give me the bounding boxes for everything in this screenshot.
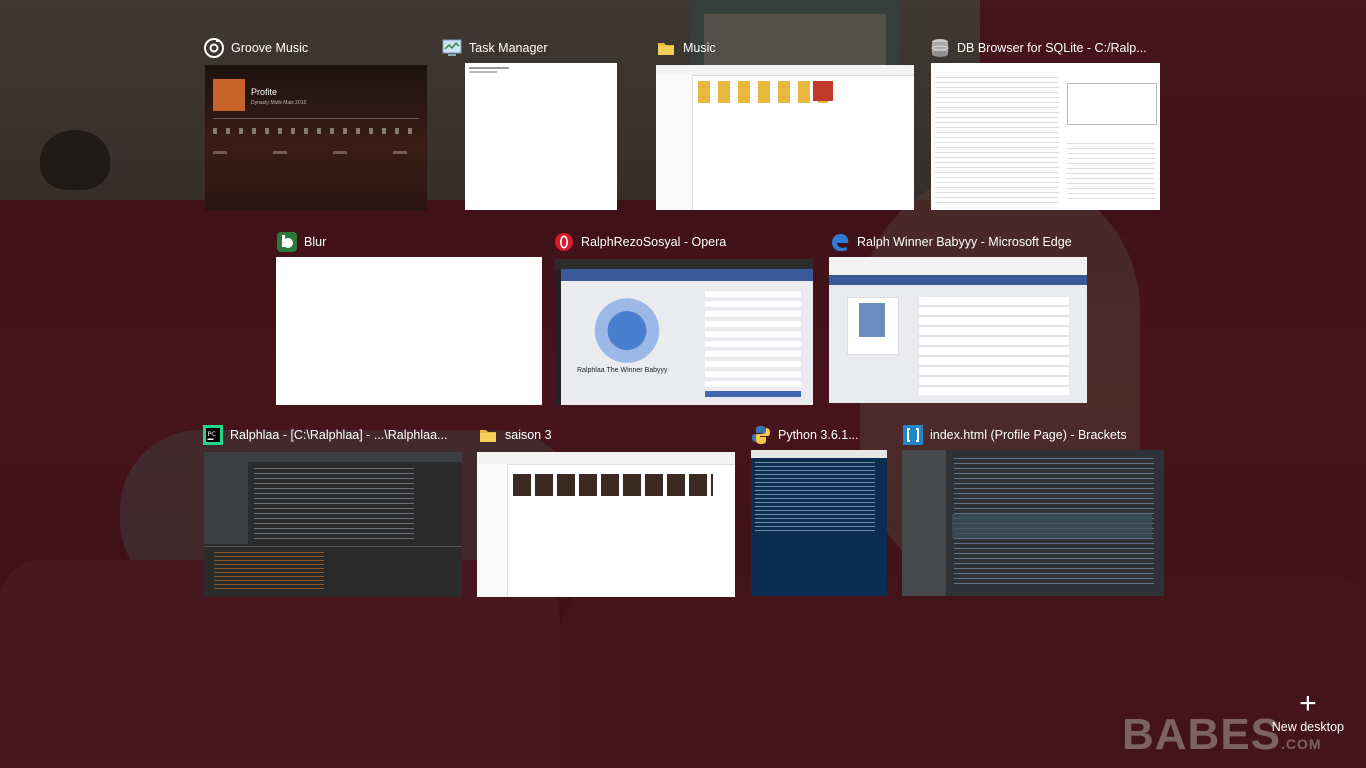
task-title: Music: [683, 41, 716, 55]
window-thumbnail[interactable]: [656, 65, 914, 210]
task-manager-icon: [441, 37, 463, 59]
task-title: index.html (Profile Page) - Brackets: [930, 428, 1127, 442]
task-title: saison 3: [505, 428, 552, 442]
task-opera[interactable]: RalphRezoSosyal - Opera Ralphlaa The Win…: [553, 227, 815, 405]
task-python-shell[interactable]: Python 3.6.1...: [750, 420, 888, 597]
task-title: Ralph Winner Babyyy - Microsoft Edge: [857, 235, 1072, 249]
groove-music-icon: [203, 37, 225, 59]
svg-text:PC: PC: [208, 430, 217, 438]
task-title: DB Browser for SQLite - C:/Ralp...: [957, 41, 1147, 55]
window-thumbnail[interactable]: [931, 63, 1160, 210]
brackets-icon: [902, 424, 924, 446]
window-thumbnail[interactable]: Ralphlaa The Winner Babyyy: [555, 259, 813, 405]
db-browser-icon: [929, 37, 951, 59]
window-thumbnail[interactable]: [751, 450, 887, 596]
window-thumbnail[interactable]: [477, 452, 735, 597]
task-title: Task Manager: [469, 41, 548, 55]
folder-icon: [655, 37, 677, 59]
window-thumbnail[interactable]: [276, 257, 542, 405]
python-icon: [750, 424, 772, 446]
page-heading: Ralphlaa The Winner Babyyy: [577, 367, 668, 374]
task-task-manager[interactable]: Task Manager: [441, 33, 619, 211]
task-db-browser[interactable]: DB Browser for SQLite - C:/Ralp...: [929, 33, 1161, 211]
window-thumbnail[interactable]: [465, 63, 617, 210]
task-title: Ralphlaa - [C:\Ralphlaa] - ...\Ralphlaa.…: [230, 428, 448, 442]
folder-icon: [477, 424, 499, 446]
pycharm-icon: PC: [202, 424, 224, 446]
task-pycharm[interactable]: PC Ralphlaa - [C:\Ralphlaa] - ...\Ralphl…: [202, 420, 464, 597]
opera-icon: [553, 231, 575, 253]
window-thumbnail[interactable]: [204, 452, 462, 597]
window-thumbnail[interactable]: [829, 257, 1087, 403]
task-groove-music[interactable]: Groove Music Profite Dynasty Mizik Mais …: [203, 33, 427, 211]
window-thumbnail[interactable]: Profite Dynasty Mizik Mais 2016: [205, 65, 427, 211]
blur-app-icon: [276, 231, 298, 253]
task-music-folder[interactable]: Music: [655, 33, 915, 211]
task-title: RalphRezoSosyal - Opera: [581, 235, 727, 249]
window-thumbnail[interactable]: [902, 450, 1164, 596]
task-brackets[interactable]: index.html (Profile Page) - Brackets: [902, 420, 1164, 597]
task-title: Blur: [304, 235, 327, 249]
task-edge[interactable]: Ralph Winner Babyyy - Microsoft Edge: [829, 227, 1087, 405]
edge-icon: [829, 231, 851, 253]
track-title: Profite: [251, 87, 278, 97]
task-title: Python 3.6.1...: [778, 428, 859, 442]
task-blur[interactable]: Blur: [276, 227, 542, 405]
watermark-logo: BABES.COM: [1122, 710, 1322, 759]
task-title: Groove Music: [231, 41, 309, 55]
track-artist: Dynasty Mizik Mais 2016: [251, 100, 307, 106]
task-saison-3[interactable]: saison 3: [477, 420, 737, 597]
